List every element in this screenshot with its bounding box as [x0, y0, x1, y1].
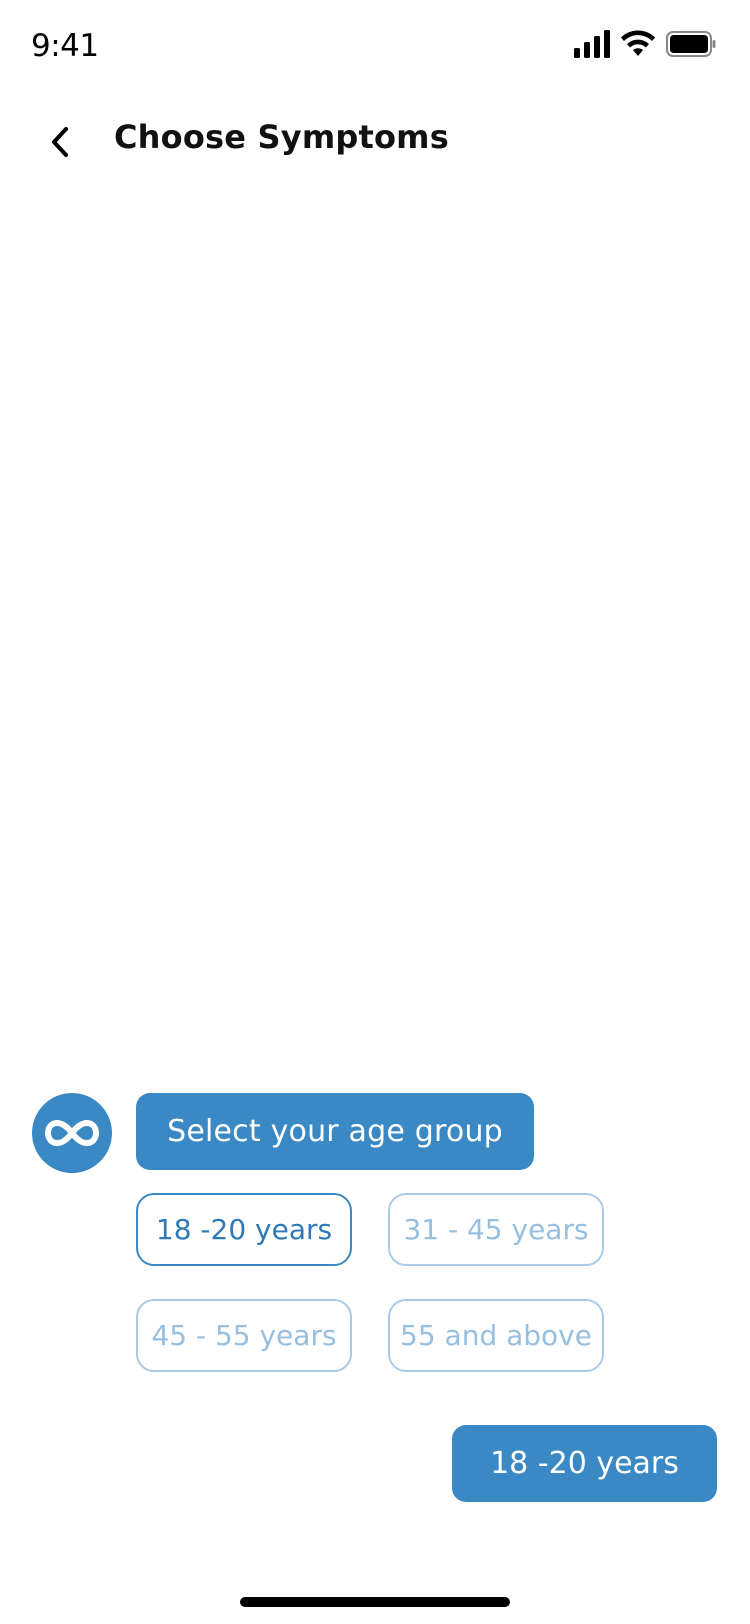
status-icons: [574, 30, 716, 58]
cellular-signal-icon: [574, 30, 610, 58]
chevron-left-icon: [52, 127, 68, 157]
age-option-31-45[interactable]: 31 - 45 years: [388, 1193, 604, 1266]
age-option-18-20[interactable]: 18 -20 years: [136, 1193, 352, 1266]
wifi-icon: [621, 30, 655, 56]
bot-message-bubble: Select your age group: [136, 1093, 534, 1170]
age-option-55-above[interactable]: 55 and above: [388, 1299, 604, 1372]
page-title: Choose Symptoms: [114, 118, 449, 156]
user-reply-bubble: 18 -20 years: [452, 1425, 717, 1502]
battery-icon: [666, 31, 716, 57]
bot-avatar: [32, 1093, 112, 1173]
home-indicator[interactable]: [240, 1597, 510, 1607]
status-bar: 9:41: [0, 0, 750, 96]
back-button[interactable]: [36, 118, 84, 166]
status-time: 9:41: [31, 28, 99, 64]
infinity-icon: [45, 1120, 99, 1146]
header: Choose Symptoms: [0, 96, 750, 186]
age-option-45-55[interactable]: 45 - 55 years: [136, 1299, 352, 1372]
